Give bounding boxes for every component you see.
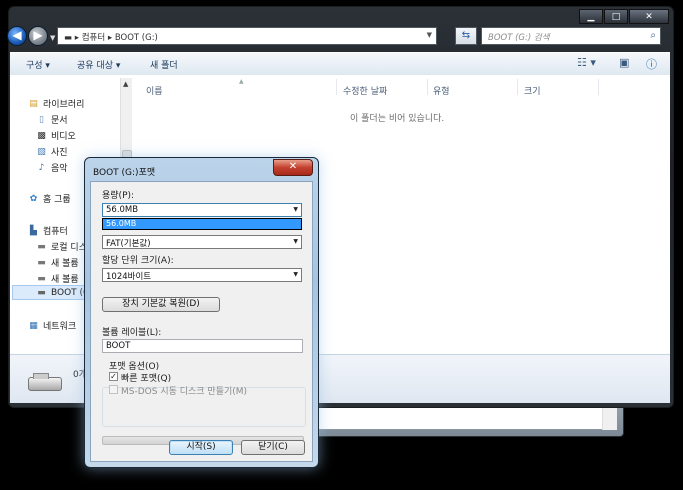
nav-item-pictures[interactable]: ▧ 사진 <box>36 145 67 159</box>
capacity-select[interactable]: 56.0MB ▼ <box>102 203 302 217</box>
computer-icon: ▙ <box>30 225 37 236</box>
drive-icon: ▬ <box>37 241 46 252</box>
command-bar: 구성 ▾ 공유 대상 ▾ 새 폴더 ☷ ▾ ▣ ⓘ <box>10 52 670 76</box>
document-icon: ▯ <box>39 114 44 125</box>
capacity-label: 용량(P): <box>102 191 135 201</box>
column-header-name[interactable]: 이름 <box>146 84 163 97</box>
quick-format-checkbox[interactable]: ✓ <box>109 372 118 381</box>
view-options-icon[interactable]: ☷ ▾ <box>577 56 596 69</box>
column-divider[interactable] <box>598 79 599 95</box>
column-divider[interactable] <box>336 79 337 95</box>
help-icon[interactable]: ⓘ <box>646 56 657 72</box>
column-header-size[interactable]: 크기 <box>524 84 541 97</box>
nav-item-computer[interactable]: ▙ 컴퓨터 <box>28 224 68 238</box>
arrow-left-icon: ◀ <box>12 28 22 42</box>
close-dialog-button[interactable]: 닫기(C) <box>241 440 305 455</box>
nav-item-new-volume-2[interactable]: ▬ 새 볼륨 <box>36 272 78 286</box>
msdos-startup-checkbox[interactable] <box>109 385 118 394</box>
column-header-date-modified[interactable]: 수정한 날짜 <box>343 84 387 97</box>
filesystem-select[interactable]: FAT(기본값) ▼ <box>102 235 302 249</box>
organize-button[interactable]: 구성 ▾ <box>26 58 50 71</box>
search-icon: ⌕ <box>650 30 656 41</box>
refresh-button[interactable]: ⇆ <box>455 27 477 45</box>
homegroup-icon: ✿ <box>29 193 38 204</box>
minimize-button[interactable]: ▁ <box>579 9 603 24</box>
close-icon: ✕ <box>288 161 298 172</box>
drive-icon: ▬ <box>37 257 46 268</box>
nav-item-new-volume-1[interactable]: ▬ 새 볼륨 <box>36 256 78 270</box>
nav-item-homegroup[interactable]: ✿ 홈 그룹 <box>28 192 71 206</box>
nav-item-libraries[interactable]: ▤ 라이브러리 <box>28 97 84 111</box>
msdos-startup-label: MS-DOS 시동 디스크 만들기(M) <box>121 387 248 397</box>
capacity-option[interactable]: 56.0MB <box>103 219 301 229</box>
volume-label-label: 볼륨 레이블(L): <box>102 328 162 338</box>
format-dialog: BOOT (G:)포맷 ✕ 용량(P): 56.0MB ▼ 56.0MB 파일 … <box>84 157 319 468</box>
library-icon: ▤ <box>29 98 38 109</box>
recent-pages-dropdown[interactable]: ▼ <box>50 34 55 42</box>
allocation-select[interactable]: 1024바이트 ▼ <box>102 268 302 282</box>
nav-item-documents[interactable]: ▯ 문서 <box>36 113 68 127</box>
share-with-button[interactable]: 공유 대상 ▾ <box>77 58 120 71</box>
column-divider[interactable] <box>427 79 428 95</box>
search-box[interactable]: BOOT (G:) 검색 ⌕ <box>481 27 661 45</box>
caption-buttons: ▁ □ ✕ <box>578 9 669 24</box>
chevron-down-icon: ▼ <box>293 206 298 213</box>
allocation-label: 할당 단위 크기(A): <box>102 256 174 266</box>
column-header-type[interactable]: 유형 <box>433 84 450 97</box>
address-bar[interactable]: ▬ ▸ 컴퓨터 ▸ BOOT (G:) ▼ <box>57 27 437 45</box>
column-divider[interactable] <box>517 79 518 95</box>
new-folder-button[interactable]: 새 폴더 <box>150 58 178 71</box>
start-button[interactable]: 시작(S) <box>169 440 233 455</box>
nav-item-boot-drive[interactable]: ▬ BOOT (G <box>36 288 90 298</box>
maximize-button[interactable]: □ <box>604 9 628 24</box>
arrow-right-icon: ▶ <box>33 28 43 42</box>
dialog-title: BOOT (G:)포맷 <box>93 168 156 178</box>
scroll-up-icon[interactable]: ▲ <box>123 80 128 88</box>
search-placeholder: BOOT (G:) 검색 <box>488 33 550 43</box>
back-button[interactable]: ◀ <box>7 26 27 46</box>
forward-button[interactable]: ▶ <box>28 26 48 46</box>
dialog-body: 용량(P): 56.0MB ▼ 56.0MB 파일 시스템(F) FAT(기본값… <box>90 181 313 462</box>
removable-drive-icon <box>28 373 62 391</box>
removable-drive-icon: ▬ <box>37 288 46 298</box>
capacity-dropdown-list: 56.0MB <box>102 218 302 230</box>
preview-pane-icon[interactable]: ▣ <box>619 56 629 69</box>
chevron-down-icon: ▼ <box>293 238 298 245</box>
quick-format-label: 빠른 포맷(Q) <box>121 374 172 384</box>
picture-icon: ▧ <box>37 146 46 157</box>
refresh-icon: ⇆ <box>461 30 471 41</box>
nav-item-music[interactable]: ♪ 음악 <box>36 161 68 175</box>
nav-item-videos[interactable]: ▩ 비디오 <box>36 129 76 143</box>
sort-arrow-icon: ▲ <box>239 78 244 85</box>
network-icon: ▦ <box>29 320 38 331</box>
dialog-close-button[interactable]: ✕ <box>273 159 313 176</box>
film-icon: ▩ <box>37 130 46 141</box>
nav-item-network[interactable]: ▦ 네트워크 <box>28 319 76 333</box>
empty-folder-message: 이 폴더는 비어 있습니다. <box>350 114 445 124</box>
music-icon: ♪ <box>38 162 45 173</box>
chevron-down-icon[interactable]: ▼ <box>427 31 432 39</box>
volume-label-input[interactable]: BOOT <box>102 339 303 353</box>
nav-item-local-disk[interactable]: ▬ 로컬 디스 <box>36 240 87 254</box>
address-path: ▬ ▸ 컴퓨터 ▸ BOOT (G:) <box>64 33 158 43</box>
chevron-down-icon: ▼ <box>293 271 298 278</box>
restore-defaults-button[interactable]: 장치 기본값 복원(D) <box>102 297 220 312</box>
drive-icon: ▬ <box>37 273 46 284</box>
close-button[interactable]: ✕ <box>629 9 669 24</box>
